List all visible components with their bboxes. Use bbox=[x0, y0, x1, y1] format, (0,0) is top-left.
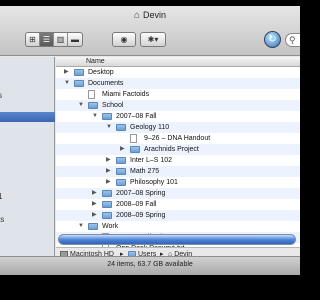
quick-look-button[interactable]: ◉ bbox=[112, 32, 136, 47]
list-item-label: Documents bbox=[88, 80, 124, 87]
finder-window: ⌂Devin ⊞ ☰ ▥ ▬ ◉ ✱▾ ↻ ⚲ : s 1 ts Name ▶ D… bbox=[0, 6, 300, 275]
folder-icon bbox=[102, 190, 112, 197]
list-item[interactable]: ▼ 2007–08 Fall bbox=[56, 111, 300, 122]
disclosure-closed-icon[interactable]: ▶ bbox=[106, 155, 111, 166]
list-item[interactable]: ▼ Geology 110 bbox=[56, 122, 300, 133]
title-bar: ⌂ Devin ⊞ ☰ ▥ ▬ ◉ ✱▾ ↻ ⚲ bbox=[0, 6, 300, 56]
sidebar-selected-item[interactable] bbox=[0, 112, 55, 122]
disclosure-closed-icon[interactable]: ▶ bbox=[92, 199, 97, 210]
search-icon: ⚲ bbox=[289, 35, 296, 45]
list-item-label: Inter L–S 102 bbox=[130, 157, 173, 164]
list-item[interactable]: ▶ Arachnids Project bbox=[56, 144, 300, 155]
sidebar-fragment: 1 bbox=[0, 192, 3, 201]
disclosure-closed-icon[interactable]: ▶ bbox=[106, 166, 111, 177]
sidebar-fragment: ts bbox=[0, 215, 5, 224]
list-item[interactable]: ▼ Documents bbox=[56, 78, 300, 89]
list-item[interactable]: ▶ 2008–09 Spring bbox=[56, 210, 300, 221]
disclosure-closed-icon[interactable]: ▶ bbox=[64, 67, 69, 78]
icon-view-button[interactable]: ⊞ bbox=[26, 33, 40, 46]
gear-icon: ✱▾ bbox=[147, 35, 159, 44]
folder-icon bbox=[88, 223, 98, 230]
list-item-label: Math 275 bbox=[130, 168, 160, 175]
list-item[interactable]: ▼ Work bbox=[56, 221, 300, 232]
status-bar: 24 items, 63.7 GB available bbox=[0, 256, 300, 275]
document-icon bbox=[130, 134, 137, 143]
folder-icon bbox=[102, 201, 112, 208]
list-item-label: 2007–08 Spring bbox=[116, 190, 166, 197]
folder-icon bbox=[74, 69, 84, 76]
list-item-label: 2008–09 Spring bbox=[116, 212, 166, 219]
folder-icon bbox=[116, 168, 126, 175]
list-item[interactable]: ▶ Desktop bbox=[56, 67, 300, 78]
list-item-label: Geology 110 bbox=[130, 124, 170, 131]
column-header-label: Name bbox=[86, 58, 105, 65]
list-item[interactable]: ▶ 2007–08 Spring bbox=[56, 188, 300, 199]
disclosure-open-icon[interactable]: ▼ bbox=[64, 78, 70, 89]
list-item-label: 9–26 – DNA Handout bbox=[144, 135, 211, 142]
folder-icon bbox=[102, 113, 112, 120]
sync-icon: ↻ bbox=[268, 34, 277, 45]
list-item-label: Arachnids Project bbox=[144, 146, 199, 153]
list-item-label: Work bbox=[102, 223, 119, 230]
disclosure-open-icon[interactable]: ▼ bbox=[106, 122, 112, 133]
folder-icon bbox=[116, 179, 126, 186]
view-mode-selector: ⊞ ☰ ▥ ▬ bbox=[25, 32, 83, 47]
list-item-label: Philosophy 101 bbox=[130, 179, 178, 186]
file-list: ▶ Desktop ▼ Documents Miami Factoids ▼ School ▼… bbox=[56, 67, 300, 254]
file-list-pane: Name ▶ Desktop ▼ Documents Miami Factoids ▼ Sc… bbox=[56, 57, 300, 275]
status-text: 24 items, 63.7 GB available bbox=[107, 261, 193, 268]
list-item-label: 2008–09 Fall bbox=[116, 201, 157, 208]
list-item-label: 2007–08 Fall bbox=[116, 113, 157, 120]
folder-icon bbox=[116, 124, 126, 131]
disclosure-closed-icon[interactable]: ▶ bbox=[92, 188, 97, 199]
disclosure-open-icon[interactable]: ▼ bbox=[78, 221, 84, 232]
disclosure-closed-icon[interactable]: ▶ bbox=[92, 210, 97, 221]
disclosure-closed-icon[interactable]: ▶ bbox=[106, 177, 111, 188]
folder-icon bbox=[74, 80, 84, 87]
folder-icon bbox=[102, 212, 112, 219]
horizontal-scrollbar[interactable] bbox=[58, 234, 296, 245]
column-view-button[interactable]: ▥ bbox=[54, 33, 68, 46]
list-item-label: Miami Factoids bbox=[102, 91, 150, 98]
window-title: ⌂ Devin bbox=[0, 10, 300, 21]
disclosure-open-icon[interactable]: ▼ bbox=[92, 111, 98, 122]
list-item[interactable]: 9–26 – DNA Handout bbox=[56, 133, 300, 144]
list-item[interactable]: ▼ School bbox=[56, 100, 300, 111]
window-title-text: Devin bbox=[143, 10, 167, 20]
sync-button[interactable]: ↻ bbox=[264, 31, 281, 48]
sidebar-fragment: s bbox=[0, 91, 2, 100]
disclosure-closed-icon[interactable]: ▶ bbox=[120, 144, 125, 155]
list-item-label: Desktop bbox=[88, 69, 114, 76]
folder-icon bbox=[130, 146, 140, 153]
search-field[interactable]: ⚲ bbox=[285, 33, 300, 47]
list-item[interactable]: ▶ 2008–09 Fall bbox=[56, 199, 300, 210]
home-icon: ⌂ bbox=[133, 10, 141, 21]
coverflow-view-button[interactable]: ▬ bbox=[68, 33, 82, 46]
folder-icon bbox=[88, 102, 98, 109]
list-item[interactable]: ▶ Inter L–S 102 bbox=[56, 155, 300, 166]
list-item[interactable]: ▶ Math 275 bbox=[56, 166, 300, 177]
document-icon bbox=[88, 90, 95, 99]
list-item-label: School bbox=[102, 102, 124, 109]
action-menu-button[interactable]: ✱▾ bbox=[140, 32, 166, 47]
list-item[interactable]: ▶ Philosophy 101 bbox=[56, 177, 300, 188]
column-header-name[interactable]: Name bbox=[56, 57, 300, 67]
disclosure-open-icon[interactable]: ▼ bbox=[78, 100, 84, 111]
folder-icon bbox=[116, 157, 126, 164]
list-view-button[interactable]: ☰ bbox=[40, 33, 54, 46]
list-item[interactable]: Miami Factoids bbox=[56, 89, 300, 100]
eye-icon: ◉ bbox=[120, 35, 128, 44]
sidebar: : s 1 ts bbox=[0, 57, 55, 275]
